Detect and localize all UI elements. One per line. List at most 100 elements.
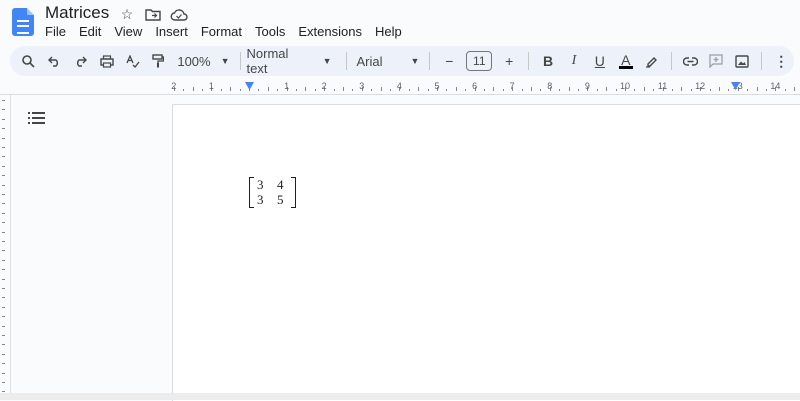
ruler-tick [371,89,373,91]
ruler-tick [2,372,5,374]
zoom-value: 100% [177,53,211,69]
ruler-tick [352,89,354,91]
chevron-down-icon: ▼ [410,56,420,66]
increase-font-size-button[interactable]: + [496,49,522,73]
undo-icon[interactable] [42,49,68,73]
ruler-number: 3 [359,81,365,91]
title-bar: Matrices ☆ File Edit View Insert Format … [0,0,800,44]
document-title[interactable]: Matrices [45,3,109,23]
toolbar-divider [239,52,241,70]
style-value: Normal text [246,46,289,76]
menu-tools[interactable]: Tools [255,24,290,39]
ruler-tick [493,87,495,91]
ruler-tick [427,89,429,91]
ruler-tick [502,89,504,91]
ruler-tick [578,89,579,91]
ruler-tick [408,89,410,91]
ruler-tick [277,89,279,91]
ruler-tick [2,165,5,167]
ruler-tick [296,89,297,91]
ruler-tick [766,89,767,91]
ruler-tick [2,100,5,101]
menu-extensions[interactable]: Extensions [298,24,367,39]
ruler-number: 9 [584,81,590,91]
cloud-status-icon[interactable] [170,5,188,23]
ruler-tick [531,87,532,91]
text-color-label: A [621,51,631,68]
horizontal-ruler[interactable]: 2 1 1 2 3 4 5 6 7 8 9 10 11 12 13 14 [0,80,800,95]
ruler-tick [2,194,5,195]
spellcheck-icon[interactable] [120,49,146,73]
search-menus-icon[interactable] [16,49,42,73]
ruler-tick [2,316,5,318]
insert-image-icon[interactable] [729,49,755,73]
toolbar-divider [670,52,672,70]
horizontal-scrollbar[interactable] [0,393,800,400]
toolbar-divider [345,52,347,70]
add-comment-icon[interactable] [703,49,729,73]
ruler-tick [2,231,5,233]
ruler-tick [183,89,185,91]
ruler-tick [709,89,711,91]
ruler-tick [2,137,5,139]
bold-button[interactable]: B [535,49,561,73]
ruler-number: 6 [472,81,478,91]
ruler-tick [634,89,636,91]
paint-format-icon[interactable] [145,49,171,73]
ruler-tick [192,87,194,91]
ruler-number: 7 [509,81,515,91]
ruler-tick [230,87,232,91]
ruler-tick [2,344,5,346]
decrease-font-size-button[interactable]: − [436,49,462,73]
ruler-tick [2,259,5,261]
ruler-tick [643,87,645,91]
print-icon[interactable] [94,49,120,73]
ruler-number: 14 [770,81,781,91]
menu-insert[interactable]: Insert [155,24,193,39]
ruler-number: 4 [396,81,402,91]
menu-file[interactable]: File [45,24,71,39]
left-indent-marker[interactable] [245,82,254,90]
document-page[interactable] [172,104,800,401]
ruler-tick [2,306,5,308]
style-select[interactable]: Normal text ▼ [246,46,332,76]
menu-edit[interactable]: Edit [79,24,106,39]
matrix-cells: 3 4 3 5 [254,177,291,208]
ruler-tick [2,203,5,205]
ruler-number: 10 [619,81,631,91]
menu-help[interactable]: Help [375,24,407,39]
star-icon[interactable]: ☆ [118,5,136,23]
underline-button[interactable]: U [587,49,613,73]
ruler-tick [2,128,5,130]
ruler-tick [446,89,448,91]
more-options-icon[interactable]: ⋮ [768,49,794,73]
ruler-tick [2,118,5,120]
chevron-down-icon: ▼ [322,56,332,66]
title-actions: ☆ [118,5,188,23]
ruler-tick [239,89,241,91]
ruler-tick [2,222,5,224]
text-color-button[interactable]: A [613,49,639,73]
font-size-input[interactable]: 11 [466,51,493,71]
vertical-ruler[interactable] [0,95,11,400]
toolbar-divider [429,52,431,70]
matrix-cell: 3 [257,177,264,192]
menu-format[interactable]: Format [201,24,247,39]
menu-view[interactable]: View [114,24,147,39]
ruler-tick [2,325,5,327]
font-select[interactable]: Arial ▼ [357,49,420,73]
text-color-swatch [618,65,633,69]
matrix-cell: 5 [277,192,284,207]
insert-link-icon[interactable] [678,49,704,73]
italic-button[interactable]: I [561,49,587,73]
redo-icon[interactable] [68,49,94,73]
matrix-cell: 4 [277,177,284,192]
zoom-select[interactable]: 100% ▼ [177,49,229,73]
matrix-equation[interactable]: 3 4 3 5 [249,177,296,208]
ruler-tick [521,89,523,91]
document-outline-icon[interactable] [28,111,46,125]
move-folder-icon[interactable] [144,5,162,23]
highlight-pen-icon[interactable] [639,49,665,73]
docs-logo-icon[interactable] [12,8,34,36]
ruler-tick [484,89,485,91]
